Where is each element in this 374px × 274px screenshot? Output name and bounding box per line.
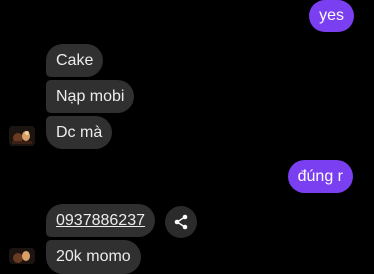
- contact-avatar[interactable]: [9, 126, 35, 146]
- message-bubble-incoming[interactable]: Nạp mobi: [46, 80, 135, 113]
- message-text: Cake: [56, 52, 94, 69]
- phone-number-link[interactable]: 0937886237: [56, 212, 145, 229]
- message-text: Dc mà: [56, 124, 103, 141]
- message-bubble-incoming[interactable]: 20k momo: [46, 240, 141, 274]
- share-icon: [174, 214, 188, 230]
- contact-avatar[interactable]: [9, 248, 35, 264]
- message-bubble-outgoing[interactable]: yes: [309, 0, 354, 32]
- share-button[interactable]: [165, 206, 197, 238]
- message-bubble-phone-link[interactable]: 0937886237: [46, 204, 155, 237]
- message-bubble-incoming[interactable]: Dc mà: [46, 116, 113, 149]
- message-text: đúng r: [297, 168, 343, 185]
- message-bubble-incoming[interactable]: Cake: [46, 44, 104, 77]
- message-text: Nạp mobi: [56, 88, 125, 105]
- message-text: yes: [319, 7, 344, 24]
- message-bubble-outgoing[interactable]: đúng r: [287, 160, 353, 193]
